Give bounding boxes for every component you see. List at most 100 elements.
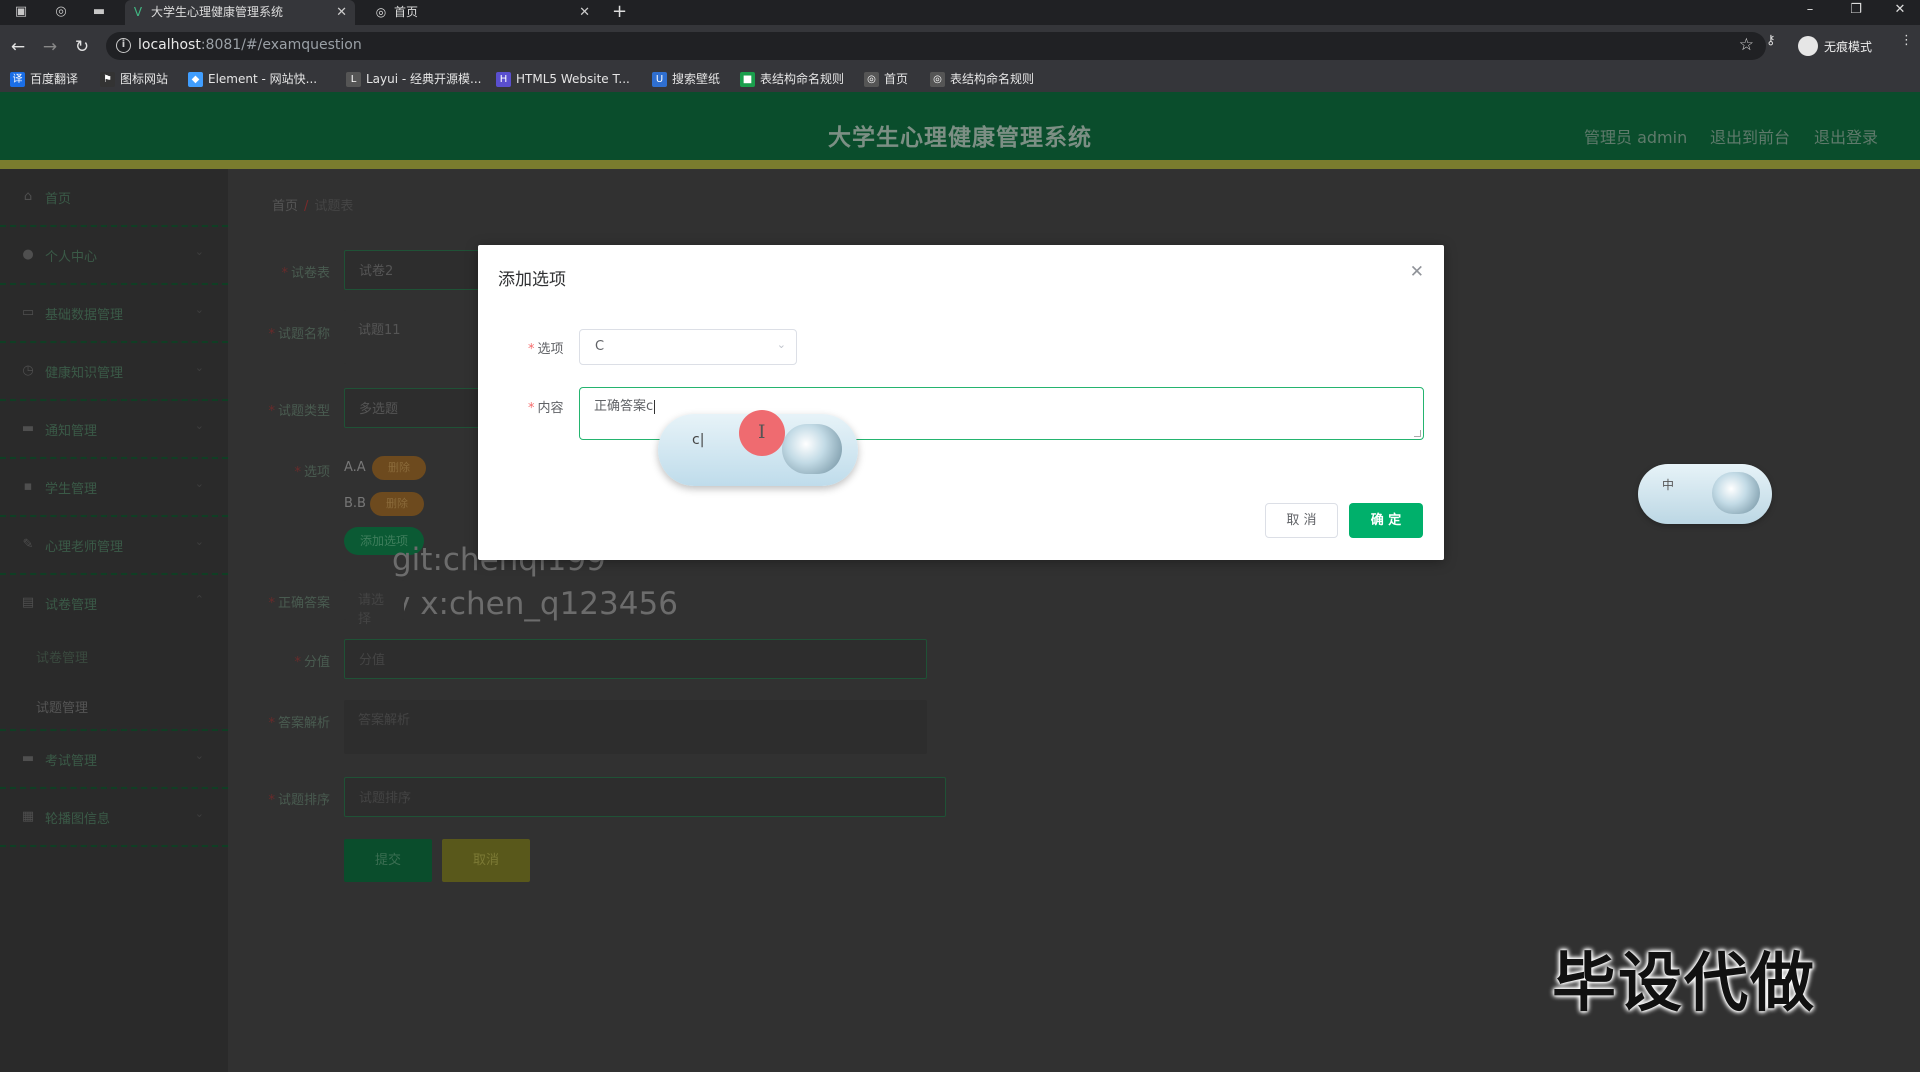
analysis-label-text: 答案解析 [277, 716, 330, 731]
globe-icon[interactable]: ◎ [52, 4, 70, 20]
app-icon[interactable]: ▣ [12, 4, 30, 20]
options-label: * 选项 [250, 461, 330, 480]
delete-option-button[interactable]: 删除 [370, 492, 424, 516]
info-icon[interactable]: i [116, 38, 131, 53]
content-text: 正确答案c [594, 399, 654, 414]
back-icon[interactable]: ← [8, 37, 28, 57]
url-field[interactable]: i localhost:8081/#/examquestion ☆ [106, 32, 1766, 60]
bookmark-item[interactable]: ◎ 首页 [864, 71, 908, 88]
question-type-select[interactable]: 多选题 [344, 388, 484, 428]
bookmark-item[interactable]: ◎ 表结构命名规则 [930, 71, 1034, 88]
to-frontend-link[interactable]: 退出到前台 [1710, 124, 1790, 148]
breadcrumb-separator: / [304, 199, 309, 214]
tab-home[interactable]: ◎ 首页 ✕ [368, 0, 598, 25]
form-cancel-button[interactable]: 取消 [442, 839, 530, 882]
paper-select[interactable]: 试卷2 [344, 250, 484, 290]
chat-icon: ▭ [21, 305, 35, 320]
text-caret [654, 399, 656, 414]
sidebar-item-profile[interactable]: ● 个人中心 ⌄ [0, 227, 228, 285]
chevron-down-icon: ⌄ [194, 749, 204, 762]
flag-icon: ⚑ [100, 72, 115, 87]
incognito-icon[interactable] [1798, 36, 1818, 56]
answer-select[interactable]: 请选择 [344, 580, 404, 627]
close-tab-icon[interactable]: ✕ [336, 0, 347, 25]
ime-status-widget[interactable]: 中 [1638, 464, 1772, 524]
required-mark: * [294, 465, 301, 480]
bookmark-item[interactable]: L Layui - 经典开源模... [346, 71, 481, 88]
bookmark-item[interactable]: 译百度翻译 [10, 71, 78, 88]
minimize-icon[interactable]: – [1790, 0, 1830, 25]
delete-option-button[interactable]: 删除 [372, 456, 426, 480]
resize-grip-icon[interactable] [1414, 430, 1421, 437]
close-icon[interactable]: ✕ [1410, 262, 1424, 282]
sidebar-item-home[interactable]: ⌂ 首页 [0, 169, 228, 227]
bookmark-item[interactable]: ◆ Element - 网站快... [188, 71, 317, 88]
sidebar-item-label: 试卷管理 [45, 598, 98, 613]
window-icon[interactable]: ▬ [90, 4, 108, 20]
watermark-line: v x:chen_q123456 [392, 586, 678, 622]
bookmark-item[interactable]: U 搜索壁纸 [652, 71, 720, 88]
close-window-icon[interactable]: ✕ [1880, 0, 1920, 25]
sidebar-item-notice[interactable]: ▬ 通知管理 ⌄ [0, 401, 228, 459]
score-input[interactable]: 分值 [344, 639, 927, 679]
bookmark-item[interactable]: ⚑ 图标网站 [100, 71, 168, 88]
new-tab-button[interactable]: + [612, 0, 627, 25]
order-input[interactable]: 试题排序 [344, 777, 946, 817]
analysis-textarea[interactable]: 答案解析 [344, 700, 927, 754]
dialog-confirm-button[interactable]: 确 定 [1349, 503, 1423, 538]
breadcrumb-home[interactable]: 首页 [272, 199, 298, 214]
monitor-icon: ▪ [23, 479, 33, 494]
tab-active[interactable]: V 大学生心理健康管理系统 ✕ [125, 0, 355, 25]
element-icon: ◆ [188, 72, 203, 87]
globe-icon: ◎ [375, 5, 387, 19]
chevron-down-icon: ⌄ [194, 419, 204, 432]
sidebar-subitem-questions[interactable]: 试题管理 [36, 697, 88, 716]
sheet-icon: ■ [740, 72, 755, 87]
ibeam-cursor-icon: I [758, 421, 766, 443]
bookmark-label: 百度翻译 [30, 72, 79, 86]
menu-icon[interactable]: ⋮ [1900, 33, 1913, 48]
html5-icon: H [496, 72, 511, 87]
sidebar-item-papers[interactable]: ▤ 试卷管理 ⌃ [0, 575, 228, 731]
dialog-cancel-button[interactable]: 取 消 [1265, 503, 1338, 538]
sidebar-item-basic-data[interactable]: ▭ 基础数据管理 ⌄ [0, 285, 228, 343]
sidebar-item-carousel[interactable]: ▦ 轮播图信息 ⌄ [0, 789, 228, 847]
key-icon[interactable]: ⚷ [1766, 33, 1776, 48]
bookmark-star-icon[interactable]: ☆ [1739, 35, 1754, 55]
incognito-label[interactable]: 无痕模式 [1824, 38, 1872, 55]
sidebar-item-teachers[interactable]: ✎ 心理老师管理 ⌄ [0, 517, 228, 575]
question-name-input[interactable]: 试题11 [344, 310, 484, 364]
sidebar-item-label: 心理老师管理 [45, 540, 124, 555]
bookmark-item[interactable]: ■ 表结构命名规则 [740, 71, 844, 88]
chevron-down-icon: ⌄ [194, 535, 204, 548]
logout-link[interactable]: 退出登录 [1814, 124, 1878, 148]
paper-label-text: 试卷表 [290, 266, 330, 281]
submit-button[interactable]: 提交 [344, 839, 432, 882]
admin-user-link[interactable]: 管理员 admin [1584, 124, 1687, 148]
bookmarks-bar: 译百度翻译 ⚑ 图标网站 ◆ Element - 网站快... L Layui - 经… [0, 67, 1920, 92]
sidebar-item-students[interactable]: ▪ 学生管理 ⌄ [0, 459, 228, 517]
sidebar-item-health-knowledge[interactable]: ◷ 健康知识管理 ⌄ [0, 343, 228, 401]
app-header: 大学生心理健康管理系统 管理员 admin 退出到前台 退出登录 [0, 92, 1920, 169]
reload-icon[interactable]: ↻ [72, 37, 92, 57]
chevron-down-icon: ⌄ [194, 245, 204, 258]
bookmark-label: 搜索壁纸 [672, 72, 721, 86]
sidebar-item-label: 首页 [45, 192, 72, 207]
sidebar-subitem-papers[interactable]: 试卷管理 [36, 647, 88, 666]
bookmark-item[interactable]: H HTML5 Website T... [496, 71, 630, 88]
add-option-dialog: 添加选项 ✕ * 选项 C ⌄ * 内容 正确答案c 取 消 确 定 [478, 245, 1444, 560]
chevron-up-icon: ⌃ [194, 593, 204, 606]
required-mark: * [268, 404, 275, 419]
bookmark-label: Element - 网站快... [208, 72, 318, 86]
option-select[interactable]: C ⌄ [579, 329, 797, 365]
restore-icon[interactable]: ❐ [1836, 0, 1876, 25]
dialog-option-label-text: 选项 [537, 342, 564, 357]
lock-icon: ▤ [21, 595, 35, 610]
edit-icon: ✎ [22, 537, 34, 552]
monitor-icon: ▬ [21, 751, 35, 766]
sidebar-item-exams[interactable]: ▬ 考试管理 ⌄ [0, 731, 228, 789]
required-mark: * [268, 716, 275, 731]
forward-icon[interactable]: → [40, 37, 60, 57]
grid-icon: ▦ [21, 809, 35, 824]
close-tab-icon[interactable]: ✕ [579, 0, 590, 25]
